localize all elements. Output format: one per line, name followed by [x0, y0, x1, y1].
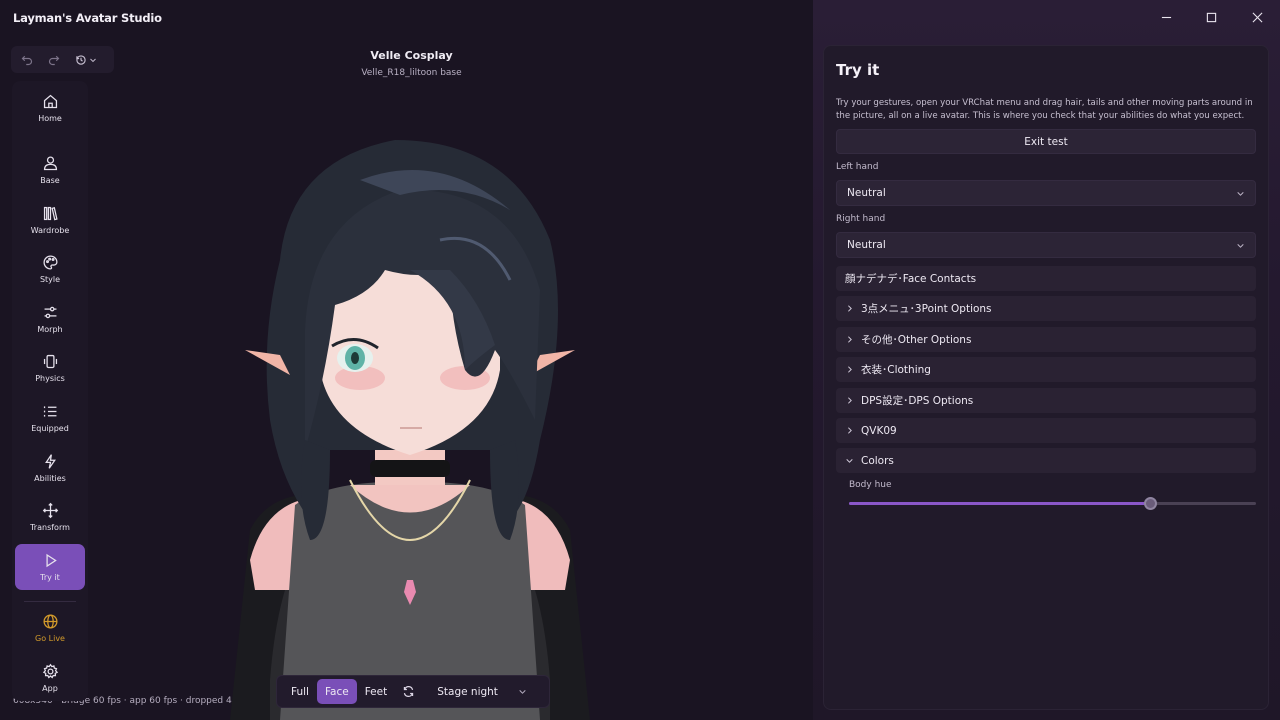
- sidebar-item-transform[interactable]: Transform: [15, 494, 85, 540]
- chevron-right-icon: [845, 334, 857, 346]
- body-hue-slider[interactable]: [849, 497, 1256, 510]
- sidebar-item-label: Wardrobe: [30, 226, 70, 235]
- sidebar-item-label: Try it: [40, 573, 60, 582]
- right-hand-value: Neutral: [847, 239, 886, 251]
- section-label: Colors: [861, 454, 894, 467]
- left-hand-label: Left hand: [836, 162, 879, 172]
- chevron-right-icon: [845, 395, 857, 407]
- palette-icon: [42, 255, 58, 270]
- sidebar-item-label: Home: [38, 114, 62, 123]
- sidebar-item-try-it[interactable]: Try it: [15, 544, 85, 590]
- sidebar-item-home[interactable]: Home: [15, 85, 85, 131]
- lightning-icon: [44, 454, 56, 469]
- section-3point-options[interactable]: 3点メニュ･3Point Options: [836, 296, 1256, 321]
- slider-fill: [849, 502, 1151, 505]
- maximize-icon: [1206, 12, 1216, 22]
- sidebar-item-label: Equipped: [31, 424, 69, 433]
- maximize-button[interactable]: [1188, 6, 1234, 28]
- section-dps-options[interactable]: DPS設定･DPS Options: [836, 388, 1256, 413]
- close-icon: [1252, 12, 1262, 22]
- sidebar-divider: [24, 601, 76, 602]
- body-hue-label: Body hue: [849, 480, 892, 490]
- section-label: その他･Other Options: [861, 334, 972, 346]
- stage-select-value: Stage night: [437, 685, 498, 698]
- chevron-down-icon: [519, 690, 526, 694]
- sidebar-item-equipped[interactable]: Equipped: [15, 395, 85, 441]
- books-icon: [43, 206, 58, 221]
- panel-title: Try it: [836, 61, 880, 79]
- right-hand-label: Right hand: [836, 214, 886, 224]
- sidebar-item-base[interactable]: Base: [15, 147, 85, 193]
- view-feet-button[interactable]: Feet: [357, 679, 396, 704]
- sidebar-item-label: Morph: [37, 325, 63, 334]
- sidebar-item-app[interactable]: App: [15, 655, 85, 701]
- sidebar-item-label: Style: [39, 275, 61, 284]
- section-other-options[interactable]: その他･Other Options: [836, 327, 1256, 352]
- exit-test-button[interactable]: Exit test: [836, 129, 1256, 154]
- stage-select[interactable]: Stage night: [425, 679, 535, 704]
- sidebar-nav: Home Base Wardrobe Style Morph Physics E…: [12, 81, 88, 701]
- section-colors[interactable]: Colors: [836, 448, 1256, 473]
- gear-icon: [42, 663, 58, 679]
- chevron-down-icon: [845, 455, 857, 467]
- avatar-render[interactable]: [210, 120, 610, 720]
- sidebar-item-physics[interactable]: Physics: [15, 345, 85, 391]
- left-hand-value: Neutral: [847, 187, 886, 199]
- view-full-button[interactable]: Full: [283, 679, 317, 704]
- minimize-icon: [1161, 16, 1171, 18]
- move-icon: [42, 502, 58, 519]
- panel-description: Try your gestures, open your VRChat menu…: [836, 98, 1253, 121]
- sidebar-item-label: Abilities: [34, 474, 66, 483]
- sidebar-item-label: Go Live: [35, 634, 65, 643]
- section-label: DPS設定･DPS Options: [861, 395, 974, 407]
- section-label: 顔ナデナデ･Face Contacts: [845, 273, 977, 285]
- section-label: 衣装･Clothing: [861, 364, 931, 376]
- minimize-button[interactable]: [1143, 6, 1189, 28]
- avatar-name: Velle Cosplay: [370, 49, 453, 62]
- section-clothing[interactable]: 衣装･Clothing: [836, 357, 1256, 382]
- chevron-right-icon: [845, 364, 857, 376]
- user-icon: [43, 156, 57, 171]
- section-label: QVK09: [861, 424, 897, 437]
- sidebar-item-abilities[interactable]: Abilities: [15, 445, 85, 491]
- sidebar-item-go-live[interactable]: Go Live: [15, 605, 85, 651]
- sidebar-item-wardrobe[interactable]: Wardrobe: [15, 197, 85, 243]
- sidebar-item-label: App: [42, 684, 58, 693]
- sliders-icon: [44, 306, 56, 319]
- close-button[interactable]: [1234, 6, 1280, 28]
- list-icon: [43, 406, 56, 417]
- chevron-down-icon: [1237, 243, 1244, 248]
- avatar-viewport[interactable]: Layman's Avatar Studio Velle Cosplay Vel…: [0, 0, 813, 720]
- globe-icon: [42, 614, 58, 629]
- toggle-face-contacts[interactable]: 顔ナデナデ･Face Contacts: [836, 266, 1256, 291]
- play-icon: [45, 553, 57, 568]
- sidebar-item-label: Physics: [35, 374, 65, 383]
- right-hand-select[interactable]: Neutral: [836, 232, 1256, 258]
- camera-toolbar: Full Face Feet Stage night: [276, 675, 550, 708]
- chevron-down-icon: [1237, 191, 1244, 196]
- sidebar-item-morph[interactable]: Morph: [15, 296, 85, 342]
- left-hand-select[interactable]: Neutral: [836, 180, 1256, 206]
- sidebar-item-label: Base: [40, 176, 60, 185]
- app-title: Layman's Avatar Studio: [13, 11, 162, 25]
- chevron-right-icon: [845, 303, 857, 315]
- section-label: 3点メニュ･3Point Options: [861, 303, 992, 315]
- refresh-icon[interactable]: [395, 685, 421, 698]
- chevron-right-icon: [845, 425, 857, 437]
- home-icon: [43, 94, 57, 109]
- sidebar-item-style[interactable]: Style: [15, 246, 85, 292]
- view-face-button[interactable]: Face: [316, 679, 357, 704]
- sidebar-item-label: Transform: [30, 523, 70, 532]
- section-qvk09[interactable]: QVK09: [836, 418, 1256, 443]
- avatar-base: Velle_R18_liltoon base: [361, 68, 462, 78]
- vibrate-icon: [43, 354, 57, 369]
